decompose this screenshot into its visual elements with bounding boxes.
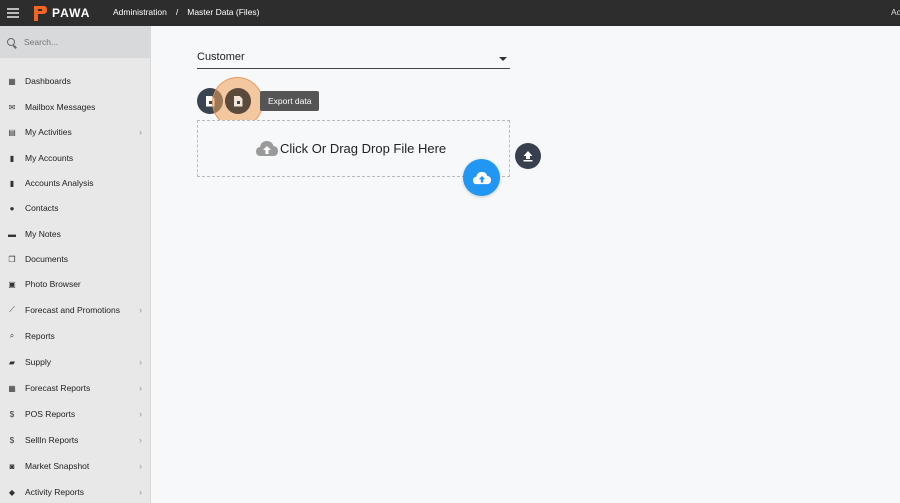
- chevron-right-icon: ›: [139, 305, 142, 315]
- chevron-right-icon: ›: [139, 461, 142, 471]
- cube-icon: ◆: [8, 487, 16, 497]
- search-icon: [7, 38, 15, 46]
- account-menu[interactable]: Ac: [891, 7, 900, 17]
- sidebar-item-label: My Activities: [25, 127, 72, 137]
- camera-icon: ◙: [9, 461, 15, 471]
- building-icon: ▮: [9, 178, 15, 188]
- breadcrumb: Administration / Master Data (Files): [113, 7, 260, 17]
- sidebar-item-accounts-analysis[interactable]: ▮ Accounts Analysis: [0, 173, 150, 193]
- chevron-right-icon: ›: [139, 357, 142, 367]
- calendar-icon: ▤: [8, 127, 16, 137]
- sidebar-item-documents[interactable]: ❐ Documents: [0, 249, 150, 269]
- sidebar-item-supply[interactable]: ▰ Supply ›: [0, 352, 150, 372]
- upload-icon: [523, 151, 533, 162]
- pawa-logo-icon: [34, 5, 47, 21]
- brand-name: PAWA: [52, 6, 91, 20]
- mail-icon: ✉: [8, 102, 16, 112]
- sidebar: ▦ Dashboards ✉ Mailbox Messages ▤ My Activiti…: [0, 26, 151, 503]
- cloud-upload-button[interactable]: [463, 159, 500, 196]
- sidebar-item-label: Reports: [25, 331, 55, 341]
- sidebar-item-label: Market Snapshot: [25, 461, 90, 471]
- sidebar-item-dashboards[interactable]: ▦ Dashboards: [0, 71, 150, 91]
- chevron-right-icon: ›: [139, 487, 142, 497]
- sidebar-item-pos-reports[interactable]: $ POS Reports ›: [0, 404, 150, 424]
- breadcrumb-item-current: Master Data (Files): [187, 7, 260, 17]
- sidebar-item-my-notes[interactable]: ▬ My Notes: [0, 224, 150, 244]
- sidebar-item-label: Forecast Reports: [25, 383, 91, 393]
- sidebar-item-contacts[interactable]: ● Contacts: [0, 198, 150, 218]
- sidebar-item-market-snapshot[interactable]: ◙ Market Snapshot ›: [0, 456, 150, 476]
- sidebar-item-forecast-and-promotions[interactable]: ⟋ Forecast and Promotions ›: [0, 300, 150, 320]
- chevron-right-icon: ›: [139, 383, 142, 393]
- search-icon: ⌕: [9, 331, 15, 340]
- dropzone-label: Click Or Drag Drop File Here: [280, 141, 447, 156]
- dollar-icon: $: [9, 435, 15, 445]
- sidebar-item-my-accounts[interactable]: ▮ My Accounts: [0, 148, 150, 168]
- file-export-icon: [233, 95, 243, 107]
- cloud-upload-icon: [472, 171, 491, 184]
- sidebar-item-label: Accounts Analysis: [25, 178, 94, 188]
- sidebar-item-label: Contacts: [25, 203, 59, 213]
- sidebar-item-reports[interactable]: ⌕ Reports: [0, 326, 150, 346]
- upload-button[interactable]: [515, 143, 541, 169]
- sidebar-item-sellin-reports[interactable]: $ SellIn Reports ›: [0, 430, 150, 450]
- sidebar-item-label: Documents: [25, 254, 68, 264]
- sidebar-item-label: My Accounts: [25, 153, 74, 163]
- search-input[interactable]: [24, 37, 134, 47]
- chevron-right-icon: ›: [139, 435, 142, 445]
- sidebar-item-label: Forecast and Promotions: [25, 305, 120, 315]
- sidebar-item-photo-browser[interactable]: ▣ Photo Browser: [0, 274, 150, 294]
- brand-logo[interactable]: PAWA: [33, 4, 90, 22]
- dollar-icon: $: [9, 409, 15, 419]
- sidebar-search: [0, 26, 150, 58]
- menu-icon[interactable]: [7, 8, 19, 18]
- sidebar-item-activity-reports[interactable]: ◆ Activity Reports ›: [0, 482, 150, 502]
- entity-select-value: Customer: [197, 51, 245, 63]
- breadcrumb-item[interactable]: Administration: [113, 7, 167, 17]
- file-dropzone[interactable]: Click Or Drag Drop File Here: [197, 120, 510, 177]
- caret-down-icon: [499, 57, 507, 61]
- sidebar-item-forecast-reports[interactable]: ▦ Forecast Reports ›: [0, 378, 150, 398]
- chevron-right-icon: ›: [139, 127, 142, 137]
- sidebar-item-mailbox-messages[interactable]: ✉ Mailbox Messages: [0, 97, 150, 117]
- sidebar-item-label: Supply: [25, 357, 51, 367]
- sidebar-item-label: Mailbox Messages: [25, 102, 96, 112]
- building-icon: ▮: [9, 153, 15, 163]
- sidebar-item-label: Photo Browser: [25, 279, 81, 289]
- image-icon: ▣: [8, 279, 16, 289]
- cloud-upload-icon: [256, 141, 278, 156]
- entity-select[interactable]: Customer: [197, 47, 510, 69]
- sidebar-item-label: Dashboards: [25, 76, 71, 86]
- breadcrumb-separator: /: [175, 7, 179, 17]
- sidebar-item-label: Activity Reports: [25, 487, 85, 497]
- trend-icon: ⟋: [9, 305, 15, 314]
- sidebar-item-label: POS Reports: [25, 409, 76, 419]
- table-icon: ▦: [8, 383, 16, 393]
- documents-icon: ❐: [8, 254, 16, 264]
- note-icon: ▬: [8, 229, 16, 239]
- export-data-button[interactable]: [225, 88, 251, 114]
- sidebar-item-label: My Notes: [25, 229, 61, 239]
- truck-icon: ▰: [8, 357, 16, 367]
- sidebar-item-my-activities[interactable]: ▤ My Activities ›: [0, 122, 150, 142]
- top-bar: PAWA Administration / Master Data (Files…: [0, 0, 900, 26]
- user-icon: ●: [9, 203, 15, 213]
- sidebar-item-label: SellIn Reports: [25, 435, 79, 445]
- export-tooltip: Export data: [260, 91, 320, 111]
- chevron-right-icon: ›: [139, 409, 142, 419]
- dashboard-icon: ▦: [8, 76, 16, 86]
